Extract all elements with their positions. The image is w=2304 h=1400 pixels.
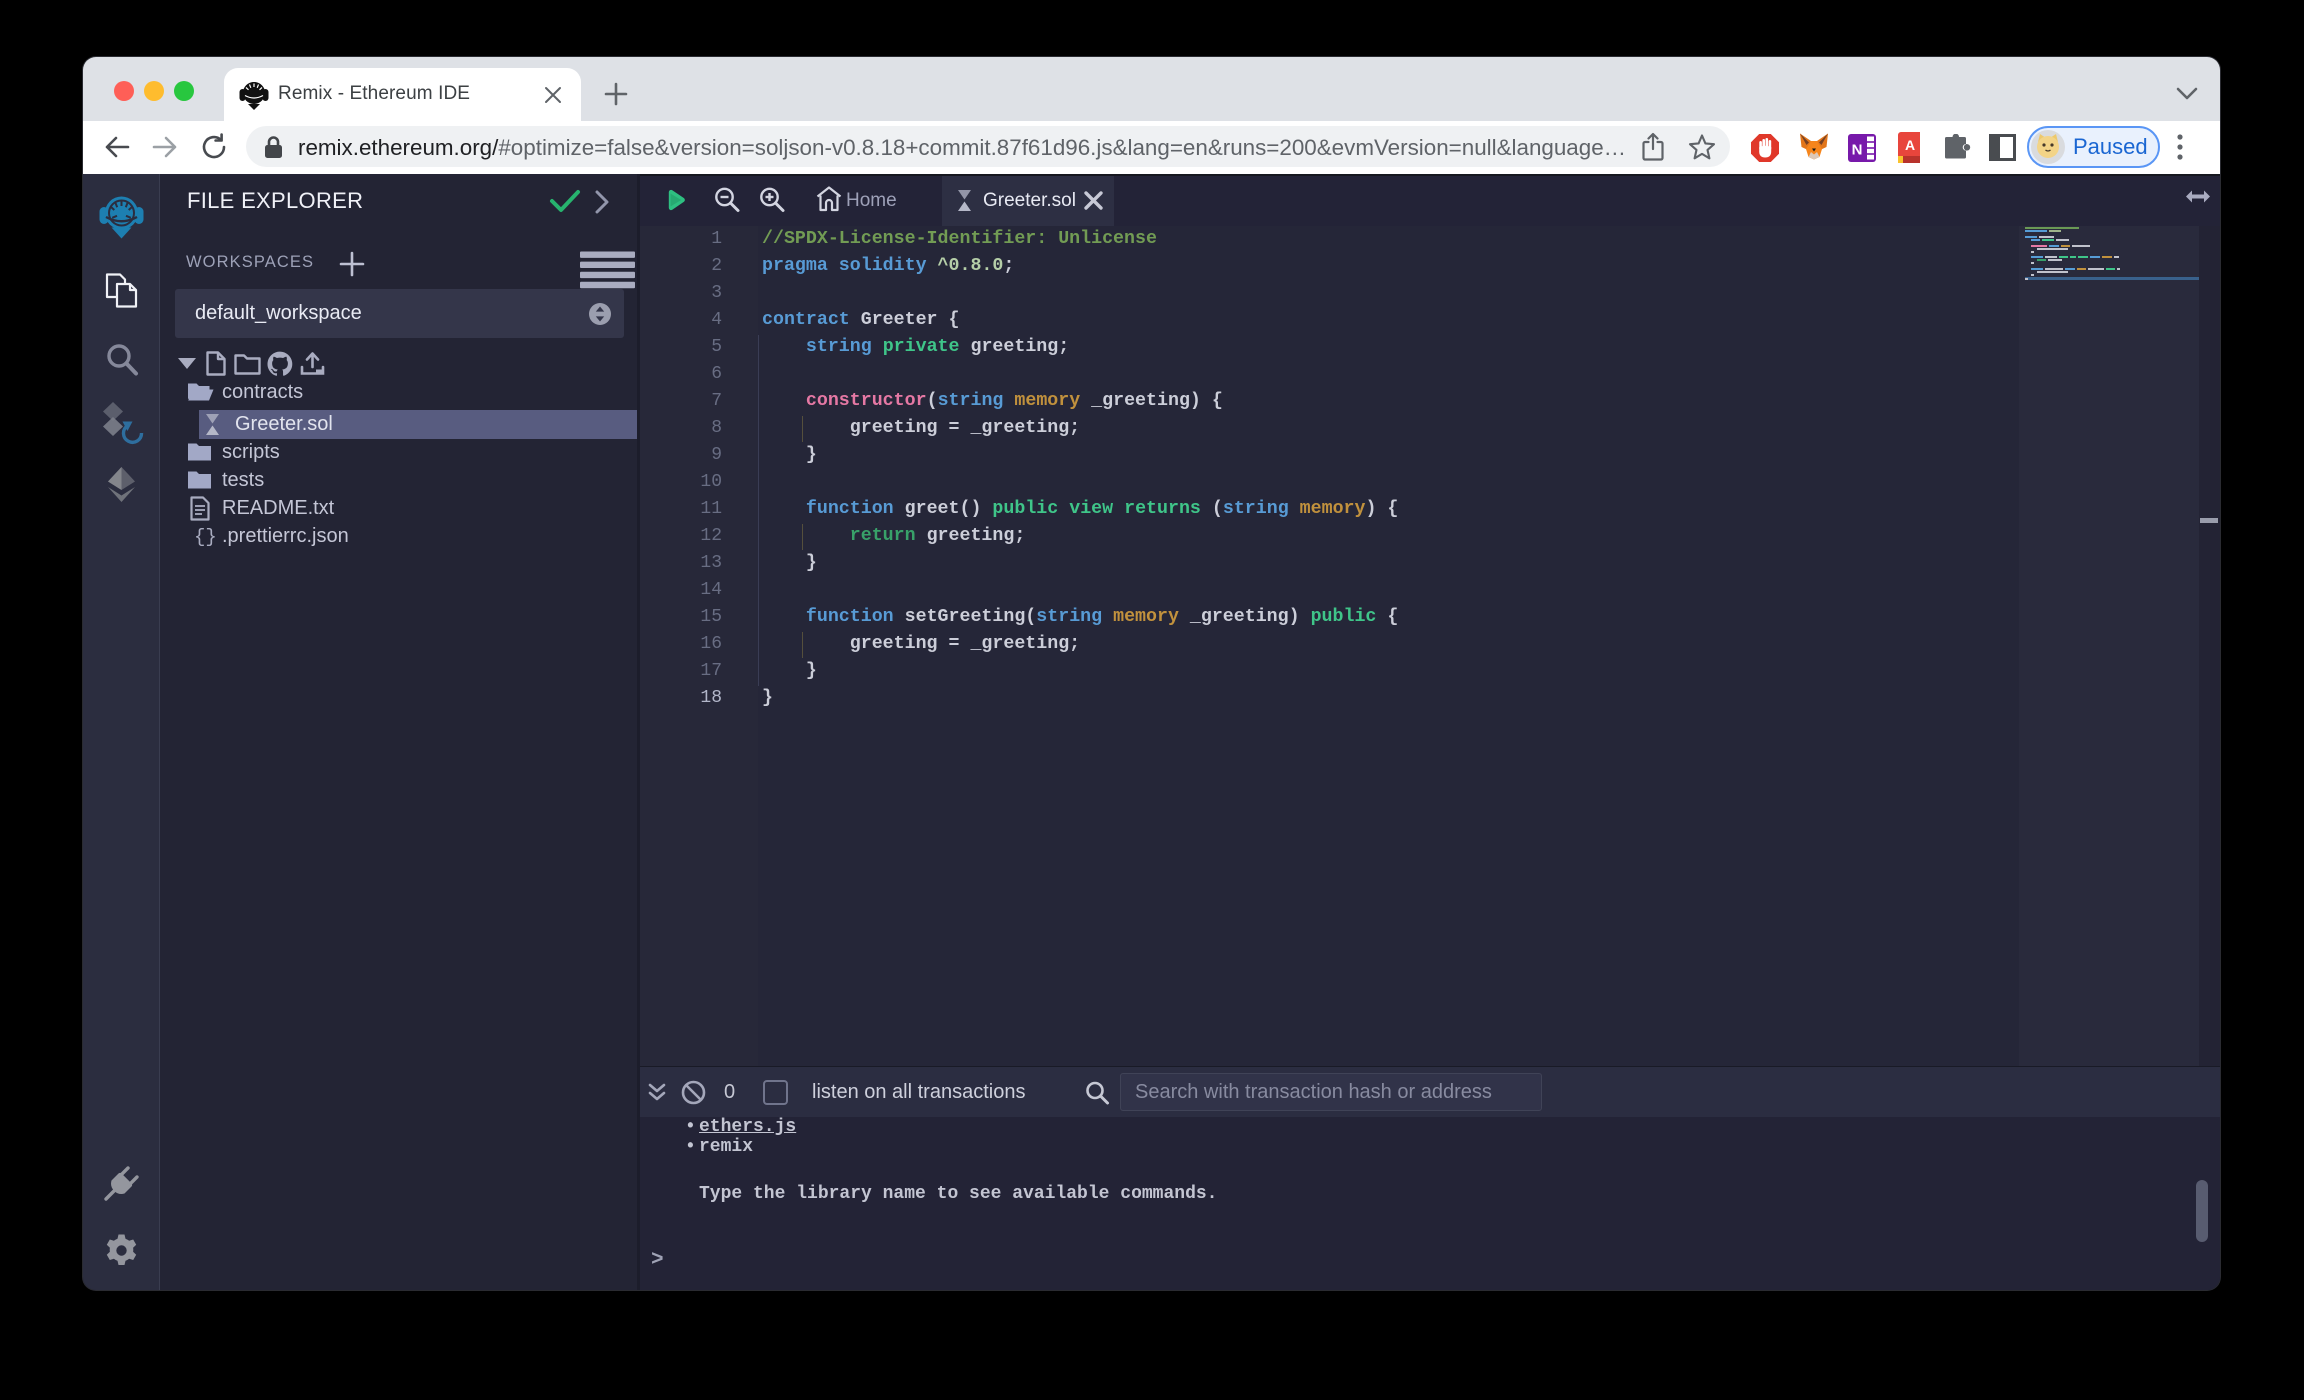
svg-text:N: N: [1852, 142, 1863, 159]
svg-text:A: A: [1905, 137, 1915, 153]
